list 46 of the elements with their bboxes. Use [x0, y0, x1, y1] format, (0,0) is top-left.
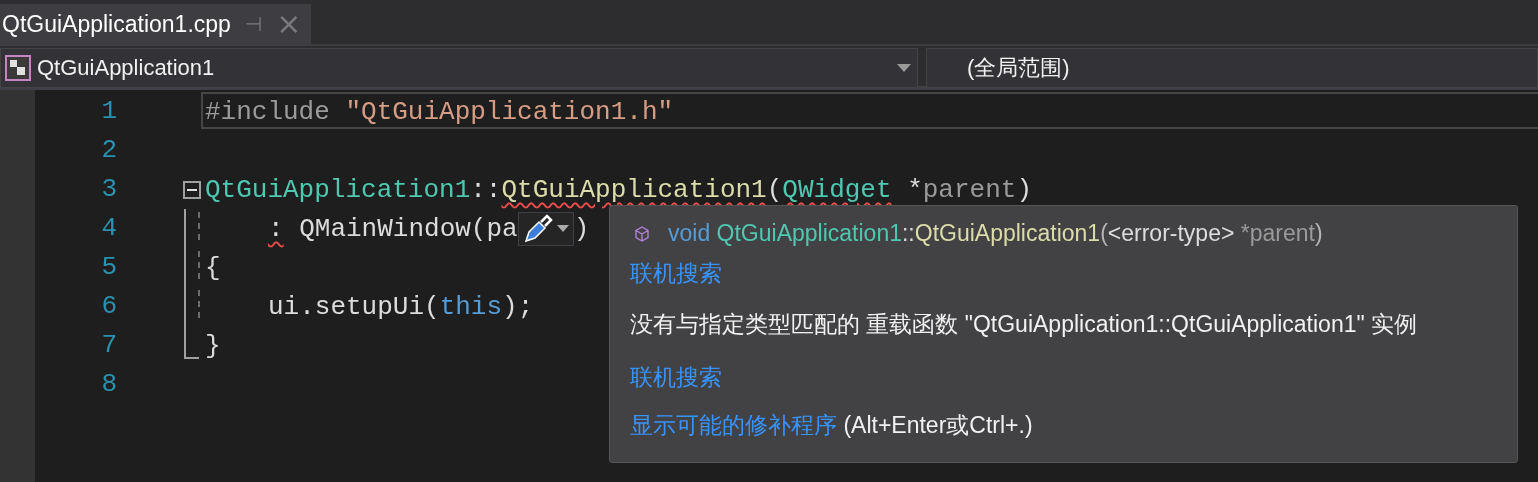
- code-token: "QtGuiApplication1.h": [345, 96, 674, 127]
- line-number: 3: [100, 173, 117, 206]
- shortcut-hint: (Alt+Enter或Ctrl+.): [842, 411, 1033, 441]
- online-search-link[interactable]: 联机搜索: [630, 361, 722, 393]
- code-token: ::: [470, 174, 502, 205]
- code-token: #include: [205, 96, 331, 127]
- scope-dropdown[interactable]: QtGuiApplication1: [0, 48, 918, 88]
- code-token: ui.setupUi(: [268, 291, 440, 322]
- class-icon: [5, 55, 31, 81]
- file-tab[interactable]: QtGuiApplication1.cpp ⊣ ×: [0, 4, 312, 44]
- close-button[interactable]: ×: [276, 9, 302, 39]
- scope-text: QtGuiApplication1: [37, 55, 216, 81]
- pin-button[interactable]: ⊣: [244, 14, 263, 34]
- code-token: );: [502, 291, 534, 322]
- line-number: 6: [100, 290, 117, 323]
- code-token: QtGuiApplication1: [205, 174, 471, 205]
- code-token: this: [439, 291, 503, 322]
- tab-title: QtGuiApplication1.cpp: [2, 10, 231, 38]
- quick-actions-button[interactable]: [517, 211, 574, 246]
- cube-icon: [634, 225, 650, 242]
- code-token: {: [205, 252, 221, 283]
- collapse-icon[interactable]: [183, 180, 201, 199]
- online-search-link[interactable]: 联机搜索: [630, 257, 722, 289]
- caret-icon: [556, 225, 569, 232]
- line-number: 7: [100, 329, 117, 362]
- code-token: :: [268, 213, 284, 244]
- code-token: QWidget: [782, 174, 892, 205]
- member-text: (全局范围): [967, 54, 1071, 82]
- code-token: ): [1016, 174, 1032, 205]
- dropdown-caret-icon: [897, 64, 911, 72]
- code-token: ): [573, 213, 590, 244]
- show-fixes-link[interactable]: 显示可能的修补程序: [630, 410, 837, 442]
- line-number: 1: [100, 95, 117, 128]
- code-token: QMainWindow(pa: [298, 213, 518, 244]
- code-token: *: [906, 174, 923, 205]
- function-signature: void QtGuiApplication1::QtGuiApplication1(<error-type> *parent): [668, 220, 1323, 248]
- line-number: 8: [100, 368, 117, 401]
- line-number: 2: [100, 134, 117, 167]
- error-message: 没有与指定类型匹配的 重载函数 "QtGuiApplication1::QtGuiApplication1" 实例: [630, 310, 1418, 340]
- code-token: }: [205, 330, 221, 361]
- member-dropdown[interactable]: (全局范围): [926, 48, 1538, 88]
- line-number: 4: [100, 212, 117, 245]
- code-token: parent: [922, 174, 1017, 205]
- code-token: (: [766, 174, 783, 205]
- line-number: 5: [100, 251, 117, 284]
- code-token: QtGuiApplication1: [501, 174, 767, 205]
